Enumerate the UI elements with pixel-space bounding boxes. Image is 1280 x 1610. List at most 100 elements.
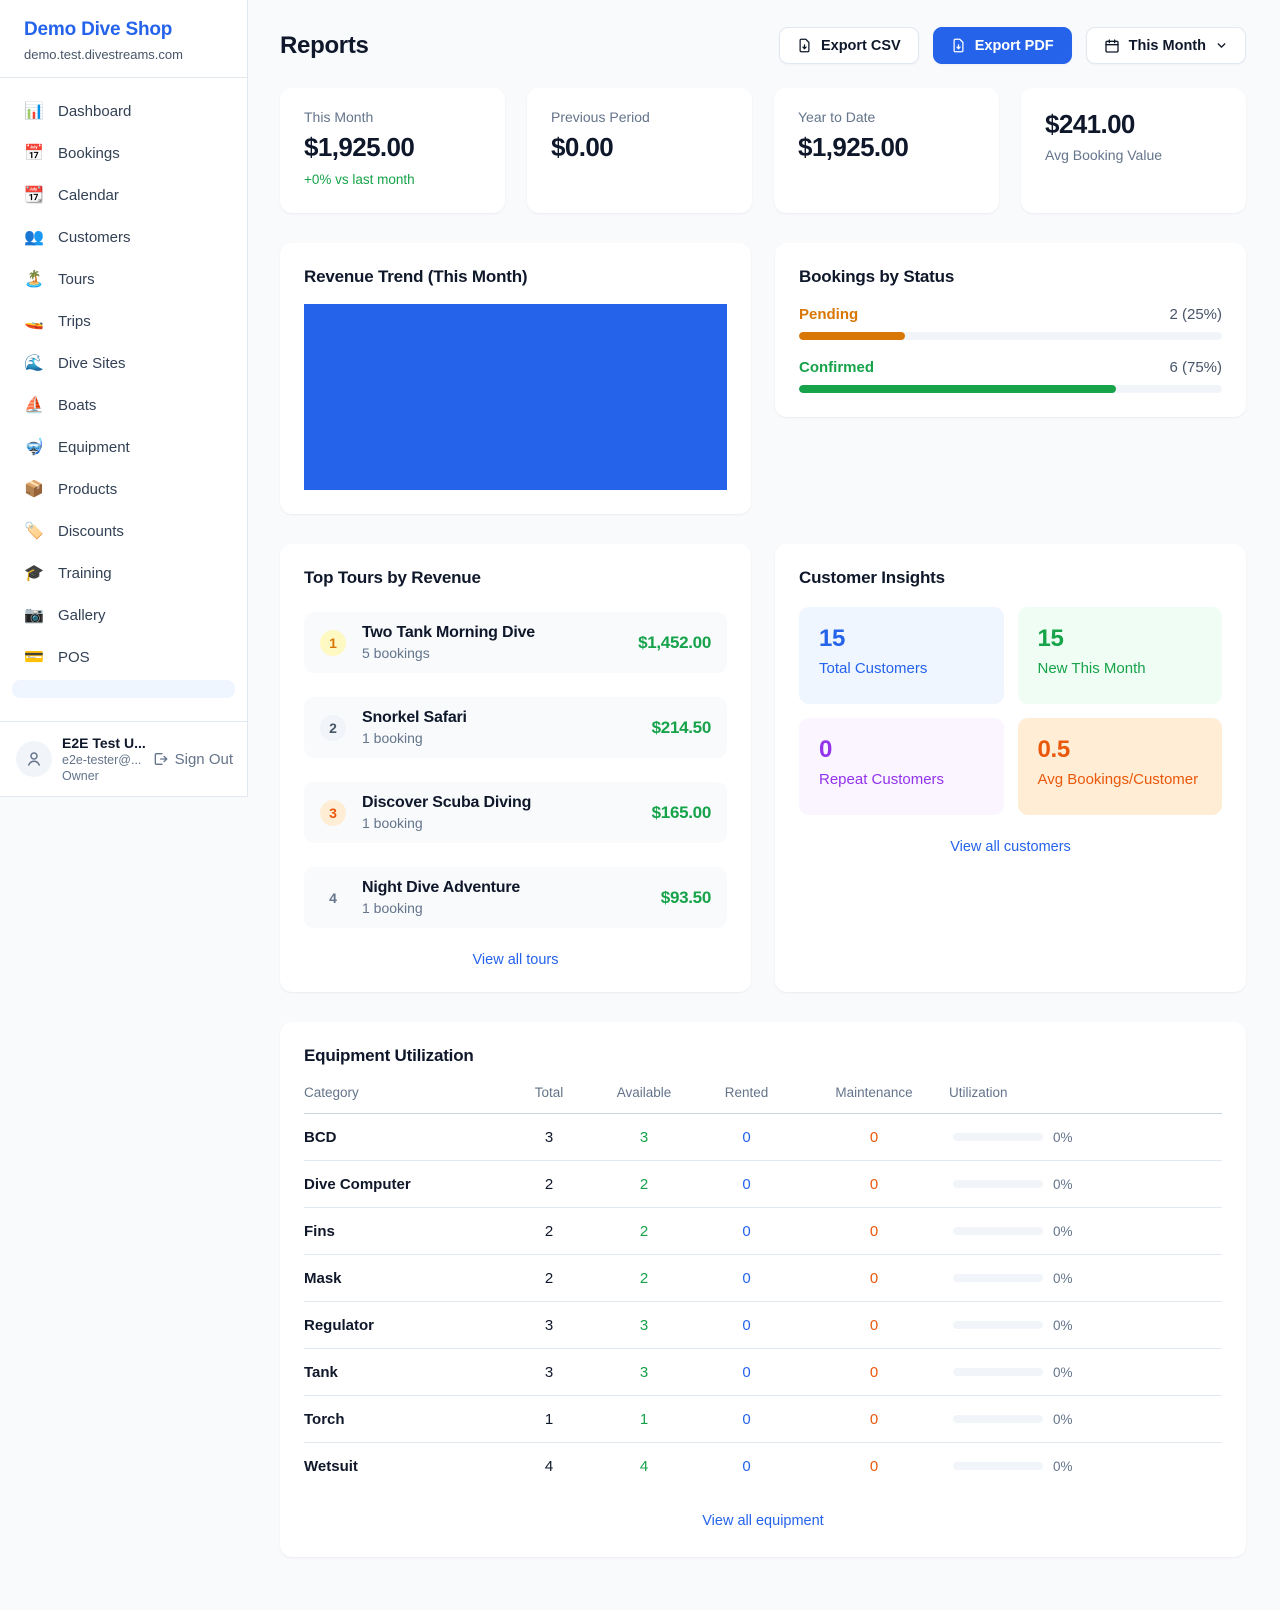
view-all-equipment-link[interactable]: View all equipment bbox=[304, 1513, 1222, 1529]
equipment-available: 3 bbox=[594, 1129, 694, 1146]
equipment-total: 1 bbox=[504, 1411, 594, 1428]
page-title: Reports bbox=[280, 32, 369, 60]
utilization-bar-track bbox=[953, 1274, 1043, 1282]
table-row: Regulator 3 3 0 0 0% bbox=[304, 1302, 1222, 1349]
sidebar-item-boats[interactable]: ⛵ Boats bbox=[12, 386, 235, 424]
equipment-category: Fins bbox=[304, 1223, 504, 1240]
sidebar-item-reports-partial[interactable] bbox=[12, 680, 235, 698]
sidebar-item-training[interactable]: 🎓 Training bbox=[12, 554, 235, 592]
stat-value: $1,925.00 bbox=[798, 132, 975, 163]
equipment-maintenance: 0 bbox=[799, 1223, 949, 1240]
utilization-bar-track bbox=[953, 1321, 1043, 1329]
tour-name: Discover Scuba Diving bbox=[362, 794, 531, 812]
calendar-icon bbox=[1104, 38, 1120, 54]
table-row: Fins 2 2 0 0 0% bbox=[304, 1208, 1222, 1255]
sidebar-item-customers[interactable]: 👥 Customers bbox=[12, 218, 235, 256]
equipment-rented: 0 bbox=[694, 1176, 799, 1193]
insight-label: New This Month bbox=[1038, 660, 1203, 677]
tour-revenue: $1,452.00 bbox=[638, 633, 711, 653]
sidebar-item-discounts[interactable]: 🏷️ Discounts bbox=[12, 512, 235, 550]
logout-icon bbox=[152, 751, 168, 767]
revenue-trend-card: Revenue Trend (This Month) bbox=[280, 243, 751, 514]
sidebar-item-bookings[interactable]: 📅 Bookings bbox=[12, 134, 235, 172]
equipment-available: 3 bbox=[594, 1364, 694, 1381]
customer-insights-title: Customer Insights bbox=[799, 568, 1222, 588]
stat-label: Previous Period bbox=[551, 109, 728, 125]
user-info: E2E Test U... e2e-tester@... Owner bbox=[62, 735, 142, 783]
utilization-bar-track bbox=[953, 1180, 1043, 1188]
insight-tile-new-this-month: 15 New This Month bbox=[1018, 607, 1223, 704]
sidebar-item-tours[interactable]: 🏝️ Tours bbox=[12, 260, 235, 298]
column-header-utilization: Utilization bbox=[949, 1085, 1222, 1100]
user-email: e2e-tester@... bbox=[62, 753, 142, 767]
status-count: 6 (75%) bbox=[1169, 359, 1222, 376]
calendar-icon: 📆 bbox=[24, 185, 44, 205]
tour-row: 1 Two Tank Morning Dive 5 bookings $1,45… bbox=[304, 612, 727, 673]
camera-icon: 📷 bbox=[24, 605, 44, 625]
period-selector[interactable]: This Month bbox=[1086, 27, 1246, 64]
sidebar-nav: 📊 Dashboard 📅 Bookings 📆 Calendar 👥 Cust… bbox=[0, 78, 247, 721]
table-row: BCD 3 3 0 0 0% bbox=[304, 1114, 1222, 1161]
equipment-utilization-cell: 0% bbox=[949, 1412, 1222, 1427]
insight-tile-avg-bookings: 0.5 Avg Bookings/Customer bbox=[1018, 718, 1223, 815]
insight-tile-repeat-customers: 0 Repeat Customers bbox=[799, 718, 1004, 815]
sidebar-item-pos[interactable]: 💳 POS bbox=[12, 638, 235, 676]
wave-icon: 🌊 bbox=[24, 353, 44, 373]
tour-row: 3 Discover Scuba Diving 1 booking $165.0… bbox=[304, 782, 727, 843]
tour-revenue: $165.00 bbox=[652, 803, 711, 823]
export-pdf-button[interactable]: Export PDF bbox=[933, 27, 1072, 64]
utilization-percent: 0% bbox=[1053, 1177, 1073, 1192]
insight-tile-total-customers: 15 Total Customers bbox=[799, 607, 1004, 704]
equipment-maintenance: 0 bbox=[799, 1364, 949, 1381]
view-all-tours-link[interactable]: View all tours bbox=[304, 952, 727, 968]
table-row: Wetsuit 4 4 0 0 0% bbox=[304, 1443, 1222, 1489]
status-label: Pending bbox=[799, 306, 858, 323]
equipment-total: 3 bbox=[504, 1317, 594, 1334]
shop-name: Demo Dive Shop bbox=[24, 19, 223, 41]
shop-domain: demo.test.divestreams.com bbox=[24, 47, 223, 62]
sidebar-item-gallery[interactable]: 📷 Gallery bbox=[12, 596, 235, 634]
stat-value: $241.00 bbox=[1045, 109, 1222, 140]
sidebar-item-dive-sites[interactable]: 🌊 Dive Sites bbox=[12, 344, 235, 382]
sidebar-item-equipment[interactable]: 🤿 Equipment bbox=[12, 428, 235, 466]
equipment-maintenance: 0 bbox=[799, 1270, 949, 1287]
stat-label: This Month bbox=[304, 109, 481, 125]
sign-out-button[interactable]: Sign Out bbox=[152, 751, 233, 768]
sidebar-item-calendar[interactable]: 📆 Calendar bbox=[12, 176, 235, 214]
utilization-bar-track bbox=[953, 1462, 1043, 1470]
export-csv-label: Export CSV bbox=[821, 38, 901, 54]
status-bar-track bbox=[799, 332, 1222, 340]
status-count: 2 (25%) bbox=[1169, 306, 1222, 323]
insight-label: Total Customers bbox=[819, 660, 984, 677]
equipment-maintenance: 0 bbox=[799, 1458, 949, 1475]
header-actions: Export CSV Export PDF This Month bbox=[779, 27, 1246, 64]
equipment-category: Tank bbox=[304, 1364, 504, 1381]
table-row: Torch 1 1 0 0 0% bbox=[304, 1396, 1222, 1443]
tour-bookings: 1 booking bbox=[362, 730, 467, 746]
equipment-utilization-cell: 0% bbox=[949, 1271, 1222, 1286]
equipment-rented: 0 bbox=[694, 1458, 799, 1475]
tag-icon: 🏷️ bbox=[24, 521, 44, 541]
tour-row: 2 Snorkel Safari 1 booking $214.50 bbox=[304, 697, 727, 758]
view-all-customers-link[interactable]: View all customers bbox=[799, 839, 1222, 855]
stat-card-previous-period: Previous Period $0.00 bbox=[527, 88, 752, 213]
top-tours-title: Top Tours by Revenue bbox=[304, 568, 727, 588]
sidebar-item-products[interactable]: 📦 Products bbox=[12, 470, 235, 508]
utilization-bar-track bbox=[953, 1133, 1043, 1141]
tour-name: Night Dive Adventure bbox=[362, 879, 520, 897]
sidebar-item-trips[interactable]: 🚤 Trips bbox=[12, 302, 235, 340]
period-label: This Month bbox=[1129, 38, 1206, 54]
sidebar-item-label: POS bbox=[58, 649, 90, 666]
equipment-total: 3 bbox=[504, 1364, 594, 1381]
sidebar-item-dashboard[interactable]: 📊 Dashboard bbox=[12, 92, 235, 130]
utilization-percent: 0% bbox=[1053, 1224, 1073, 1239]
equipment-available: 2 bbox=[594, 1223, 694, 1240]
tour-bookings: 1 booking bbox=[362, 900, 520, 916]
utilization-bar-track bbox=[953, 1227, 1043, 1235]
export-csv-button[interactable]: Export CSV bbox=[779, 27, 919, 64]
equipment-rented: 0 bbox=[694, 1364, 799, 1381]
status-label: Confirmed bbox=[799, 359, 874, 376]
main-content: Reports Export CSV Export PDF This Month bbox=[248, 0, 1280, 1597]
status-bar-fill bbox=[799, 385, 1116, 393]
tour-row: 4 Night Dive Adventure 1 booking $93.50 bbox=[304, 867, 727, 928]
